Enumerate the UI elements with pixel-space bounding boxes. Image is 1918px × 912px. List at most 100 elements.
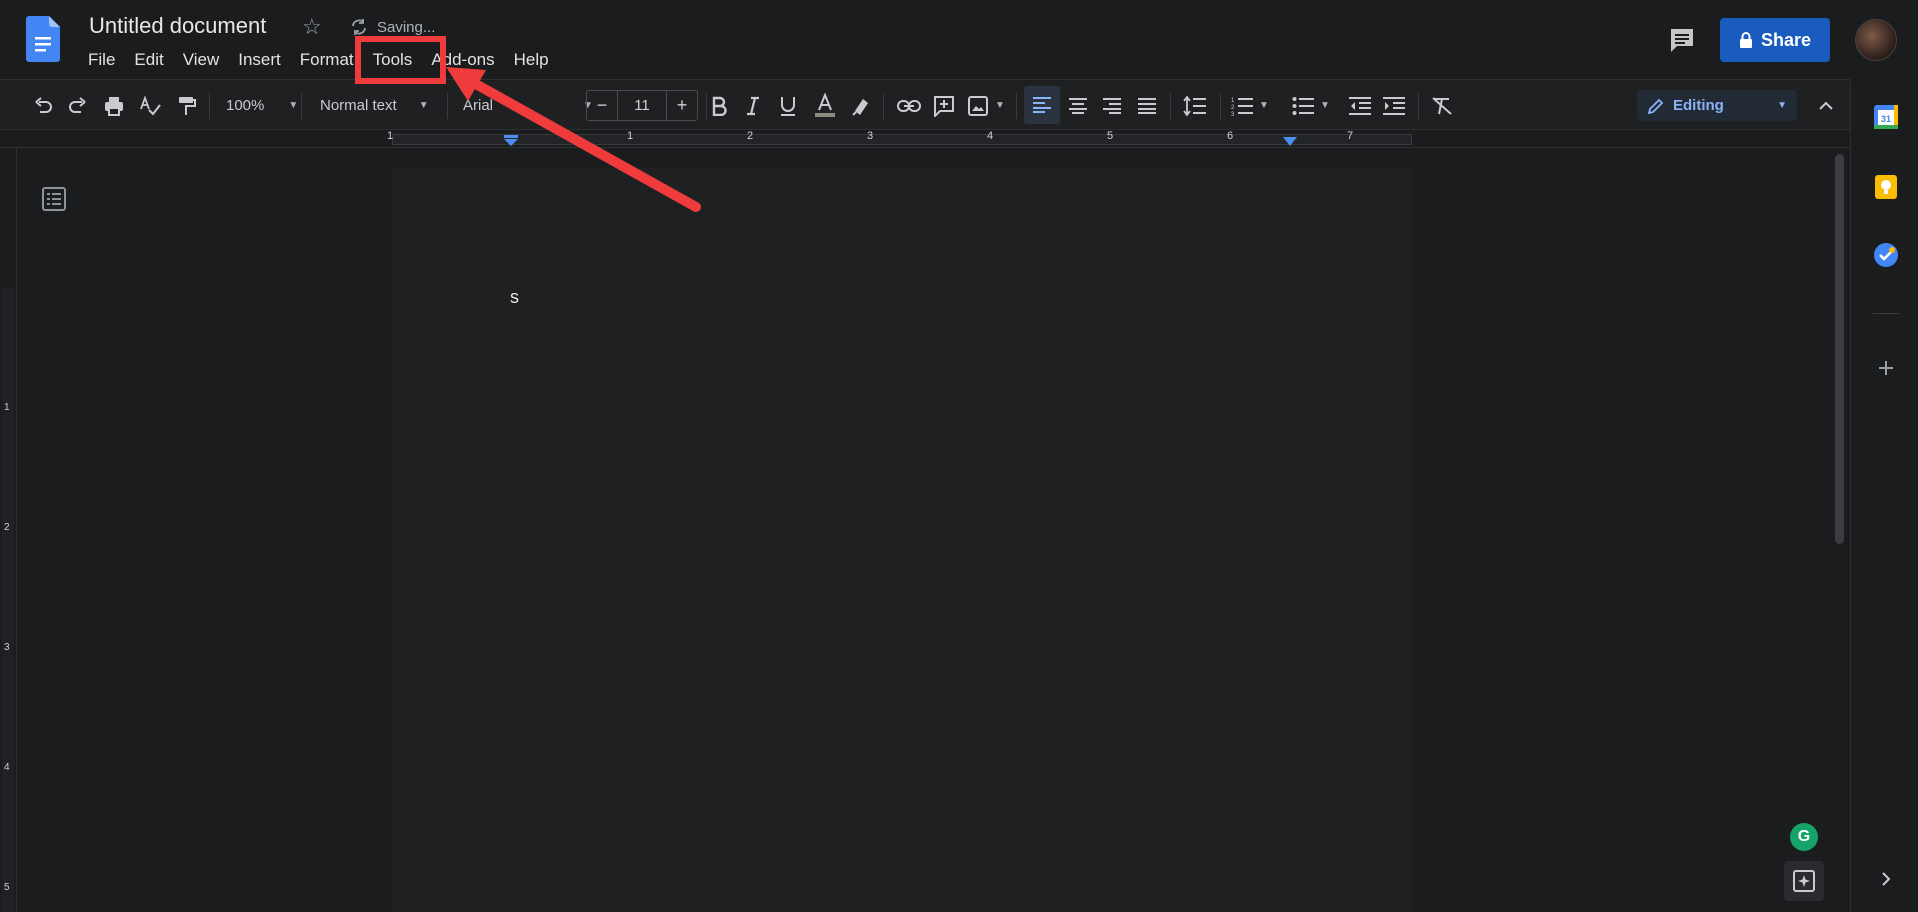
font-size-input[interactable]: 11 (617, 91, 667, 120)
sync-icon (352, 19, 366, 35)
font-value: Arial (463, 97, 494, 114)
explore-button[interactable] (1784, 861, 1824, 901)
menu-help[interactable]: Help (514, 50, 549, 70)
lock-icon (1739, 32, 1752, 48)
side-panel: 31 (1850, 80, 1918, 912)
collapse-toolbar-icon[interactable] (1818, 81, 1834, 130)
document-body-text[interactable]: s (510, 287, 519, 308)
vertical-ruler-number: 5 (4, 882, 10, 893)
style-value: Normal text (320, 97, 397, 114)
svg-text:3: 3 (1231, 112, 1235, 116)
horizontal-ruler[interactable]: 1 1 2 3 4 5 6 7 (0, 130, 1850, 148)
document-title[interactable]: Untitled document (89, 13, 266, 39)
undo-icon[interactable] (32, 81, 54, 130)
scrollbar-thumb[interactable] (1835, 154, 1844, 544)
vertical-ruler-number: 4 (4, 762, 10, 773)
document-outline-icon[interactable] (41, 186, 67, 212)
justify-icon[interactable] (1138, 81, 1156, 130)
decrease-indent-icon[interactable] (1349, 81, 1371, 130)
calendar-icon[interactable]: 31 (1873, 104, 1899, 130)
ruler-number: 4 (987, 130, 994, 142)
font-select[interactable]: Arial ▼ (463, 81, 593, 130)
right-indent-marker-icon[interactable] (1283, 137, 1297, 147)
header: Untitled document ☆ Saving... File Edit … (0, 0, 1897, 80)
clear-formatting-icon[interactable] (1431, 81, 1453, 130)
zoom-value: 100% (226, 97, 265, 114)
share-label: Share (1760, 29, 1812, 50)
decrease-font-size-button[interactable]: − (587, 91, 617, 120)
align-right-icon[interactable] (1103, 81, 1121, 130)
document-page[interactable] (392, 168, 1412, 912)
save-status: Saving... (377, 19, 436, 36)
vertical-ruler-track (2, 288, 14, 912)
add-comment-icon[interactable] (933, 81, 955, 130)
menu-bar: File Edit View Insert Format Tools Add-o… (88, 50, 568, 70)
style-select[interactable]: Normal text ▼ (320, 81, 429, 130)
comment-icon[interactable] (1668, 26, 1696, 54)
align-left-icon[interactable] (1024, 86, 1060, 124)
vertical-ruler-number: 2 (4, 522, 10, 533)
tasks-icon[interactable] (1873, 242, 1899, 268)
bold-icon[interactable] (710, 81, 728, 130)
left-indent-marker-icon[interactable] (503, 135, 519, 147)
highlight-icon[interactable] (850, 81, 872, 130)
font-size-control: − 11 + (586, 90, 698, 121)
star-icon[interactable]: ☆ (302, 14, 322, 40)
increase-indent-icon[interactable] (1383, 81, 1405, 130)
ruler-number: 3 (867, 130, 874, 142)
chevron-down-icon: ▼ (288, 100, 299, 111)
ruler-number: 1 (627, 130, 634, 142)
svg-text:2: 2 (1231, 105, 1235, 111)
editing-mode-select[interactable]: Editing ▼ (1637, 90, 1797, 121)
ruler-number: 5 (1107, 130, 1114, 142)
chevron-down-icon: ▼ (1777, 100, 1787, 111)
google-docs-window: Untitled document ☆ Saving... File Edit … (0, 0, 1918, 912)
ruler-track (392, 134, 1412, 145)
chevron-down-icon: ▼ (418, 100, 429, 111)
vertical-ruler[interactable]: 1 2 3 4 5 (0, 148, 17, 912)
add-icon[interactable] (1873, 355, 1899, 381)
increase-font-size-button[interactable]: + (667, 91, 697, 120)
ruler-number: 6 (1227, 130, 1234, 142)
link-icon[interactable] (897, 81, 921, 130)
print-icon[interactable] (103, 81, 125, 130)
annotation-highlight-box (355, 36, 446, 84)
menu-insert[interactable]: Insert (238, 50, 281, 70)
avatar[interactable] (1855, 19, 1897, 61)
spellcheck-icon[interactable] (139, 81, 161, 130)
chevron-down-icon: ▼ (1259, 100, 1269, 111)
menu-edit[interactable]: Edit (134, 50, 163, 70)
docs-logo-icon[interactable] (26, 16, 60, 62)
pencil-icon (1647, 98, 1664, 114)
menu-file[interactable]: File (88, 50, 115, 70)
svg-text:1: 1 (1231, 98, 1235, 104)
zoom-select[interactable]: 100% ▼ (226, 81, 298, 130)
underline-icon[interactable] (779, 81, 797, 130)
chevron-down-icon: ▼ (1320, 100, 1330, 111)
ruler-number: 7 (1347, 130, 1354, 142)
numbered-list-icon[interactable]: 123 ▼ (1231, 81, 1269, 130)
line-spacing-icon[interactable] (1183, 81, 1207, 130)
side-panel-divider (1873, 313, 1899, 314)
ruler-number: 2 (747, 130, 754, 142)
explore-icon (1793, 870, 1815, 892)
vertical-ruler-number: 3 (4, 642, 10, 653)
menu-format[interactable]: Format (300, 50, 354, 70)
ruler-number: 1 (387, 130, 394, 142)
redo-icon[interactable] (67, 81, 89, 130)
toolbar: 100% ▼ Normal text ▼ Arial ▼ (0, 81, 1850, 130)
bulleted-list-icon[interactable]: ▼ (1292, 81, 1330, 130)
align-center-icon[interactable] (1069, 81, 1087, 130)
grammarly-icon[interactable]: G (1790, 823, 1818, 851)
italic-icon[interactable] (745, 81, 761, 130)
editing-mode-label: Editing (1673, 97, 1724, 114)
calendar-day: 31 (1881, 114, 1891, 124)
keep-icon[interactable] (1873, 174, 1899, 200)
chevron-right-icon[interactable] (1873, 866, 1899, 892)
share-button[interactable]: Share (1720, 18, 1830, 62)
menu-view[interactable]: View (183, 50, 220, 70)
chevron-down-icon: ▼ (995, 100, 1005, 111)
text-color-icon[interactable] (812, 81, 838, 130)
insert-image-icon[interactable]: ▼ (967, 81, 1005, 130)
paint-format-icon[interactable] (175, 81, 197, 130)
